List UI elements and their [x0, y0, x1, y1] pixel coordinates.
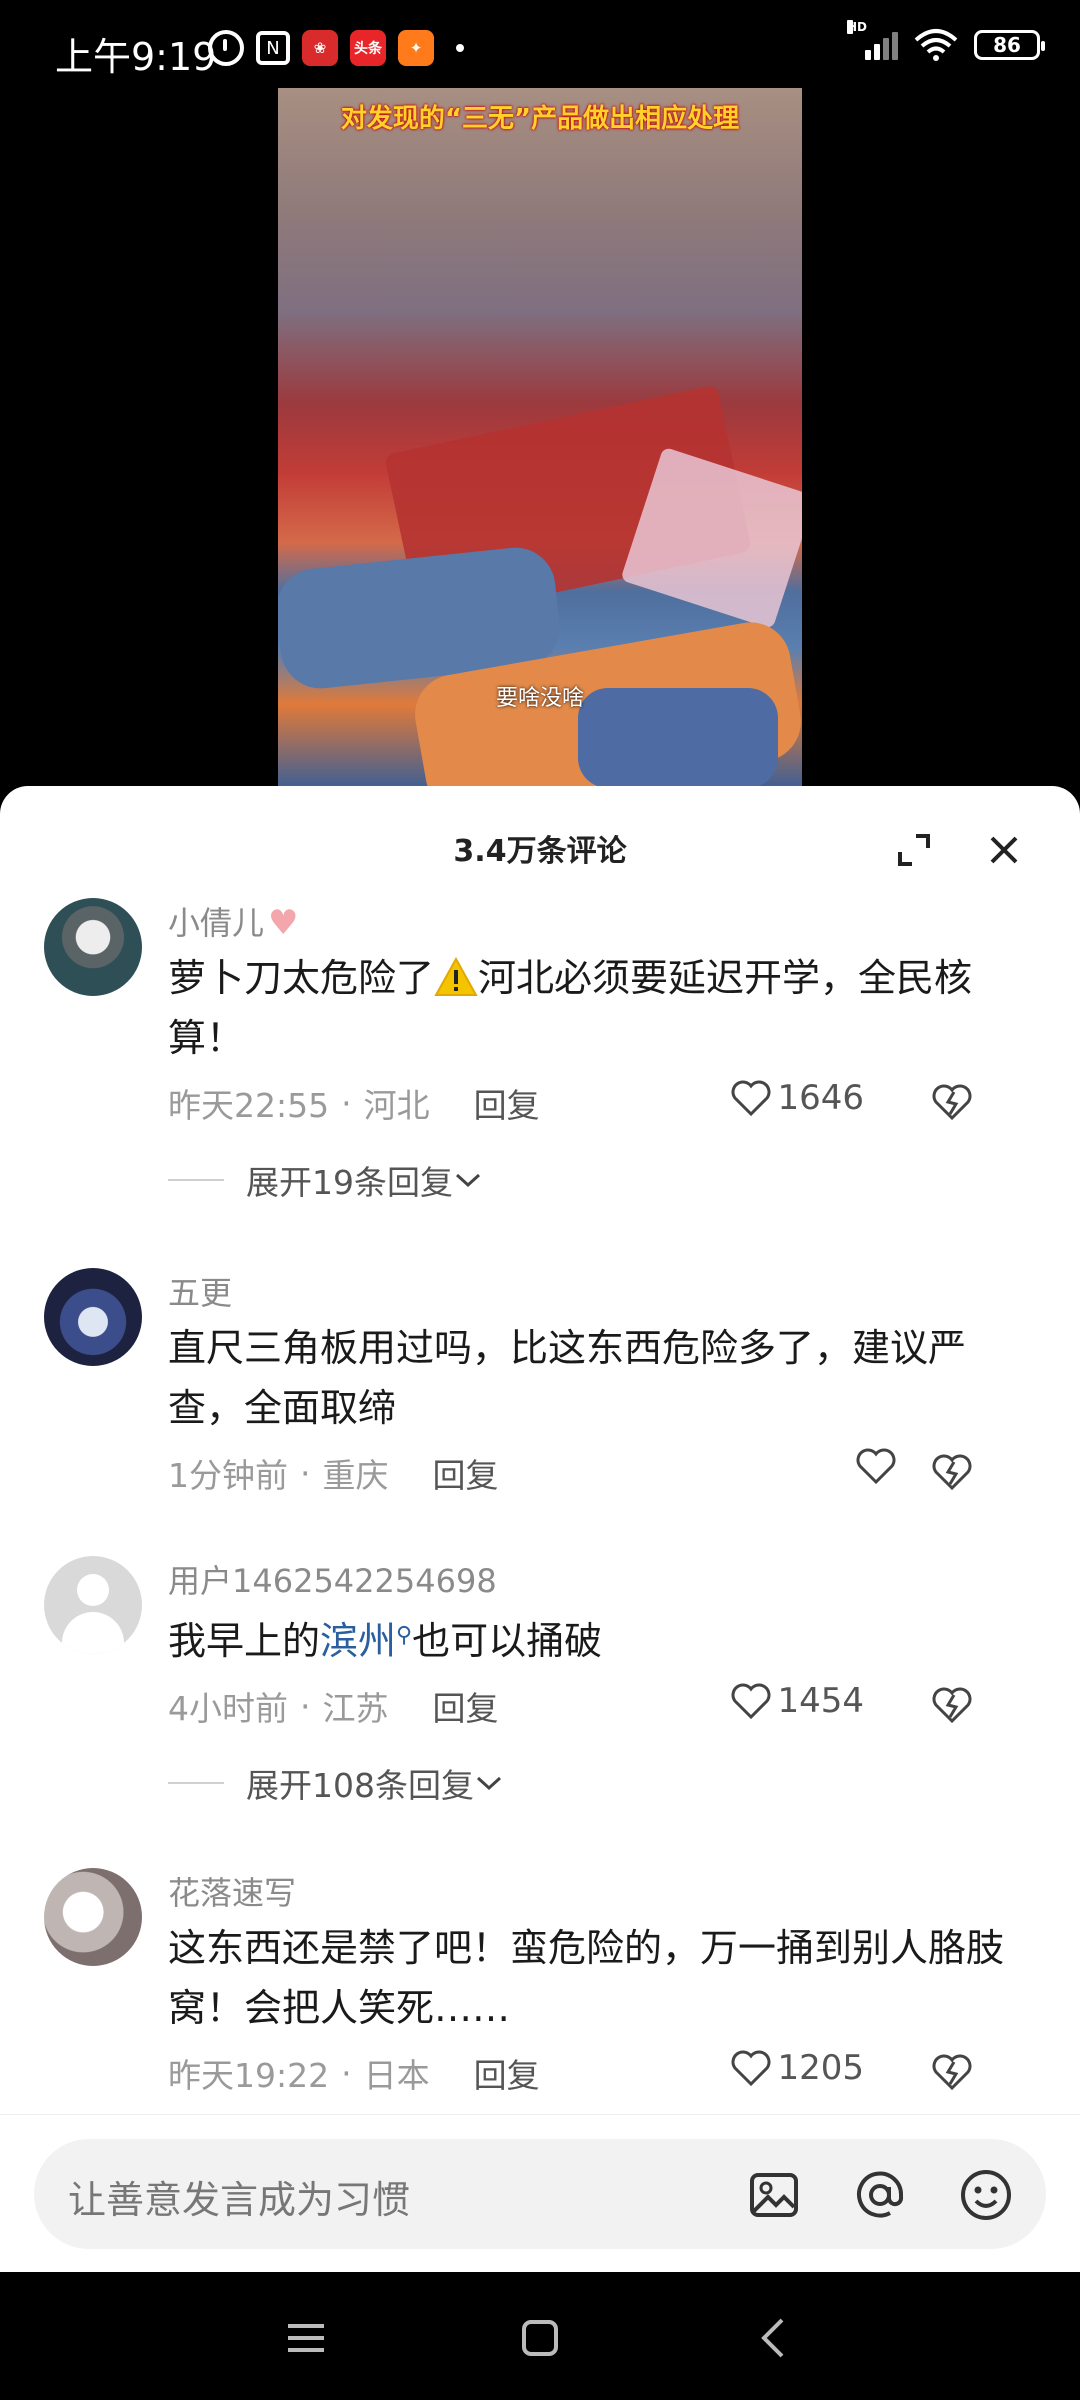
comment-location: 重庆 — [322, 1456, 389, 1495]
emoji-icon[interactable] — [958, 2167, 1014, 2223]
toutiao-icon: 头条 — [350, 30, 386, 66]
video-subtitle: 要啥没啥 — [495, 686, 584, 711]
avatar[interactable] — [44, 898, 142, 996]
reply-button[interactable]: 回复 — [474, 2049, 540, 2097]
mention-icon[interactable] — [852, 2167, 908, 2223]
comment-time: 4小时前 — [168, 1689, 288, 1728]
close-icon[interactable] — [986, 832, 1022, 868]
dislike-icon[interactable] — [932, 2052, 972, 2092]
comment-sheet: 3.4万条评论 小倩儿 ♥ 萝卜刀太危险了 河北必须要延迟开学，全民核算！ 昨天2… — [0, 786, 1080, 2272]
avatar[interactable] — [44, 1268, 142, 1366]
status-time: 上午9:19 — [55, 35, 217, 79]
like-button[interactable]: 1646 — [731, 1078, 864, 1118]
reply-button[interactable]: 回复 — [433, 1682, 499, 1730]
avatar[interactable] — [44, 1556, 142, 1654]
comment-time: 昨天22:55 — [168, 1086, 330, 1125]
comment-input[interactable]: 让善意发言成为习惯 — [34, 2139, 1046, 2249]
search-link[interactable]: 滨州⚲ — [320, 1619, 412, 1663]
app-icon-orange: ✦ — [398, 30, 434, 66]
like-count: 1646 — [777, 1078, 864, 1118]
comment-location: 河北 — [363, 1086, 430, 1125]
comment-meta: 昨天19:22 · 日本 回复 1205 — [168, 2038, 1024, 2108]
image-icon[interactable] — [746, 2167, 802, 2223]
system-navigation-bar — [0, 2272, 1080, 2400]
comment-list: 小倩儿 ♥ 萝卜刀太危险了 河北必须要延迟开学，全民核算！ 昨天22:55 · 河… — [0, 898, 1080, 2128]
wifi-icon — [914, 29, 958, 61]
like-button[interactable]: 1205 — [731, 2048, 864, 2088]
chevron-down-icon — [476, 1776, 502, 1791]
comment-time: 1分钟前 — [168, 1456, 288, 1495]
dislike-icon[interactable] — [932, 1685, 972, 1725]
expand-replies-button[interactable]: 展开19条回复 — [168, 1138, 1024, 1222]
comment-location: 江苏 — [322, 1689, 389, 1728]
comment-time: 昨天19:22 — [168, 2056, 330, 2095]
comment-input-bar: 让善意发言成为习惯 — [0, 2114, 1080, 2272]
dislike-icon[interactable] — [932, 1452, 972, 1492]
comment-item: 花落速写 这东西还是禁了吧！蛮危险的，万一捅到别人胳肢窝！会把人笑死…… 昨天1… — [0, 1868, 1080, 2128]
video-player[interactable]: 对发现的“三无”产品做出相应处理 要啥没啥 — [0, 88, 1080, 788]
back-icon[interactable] — [750, 2314, 798, 2362]
comment-item: 用户1462542254698 我早上的滨州⚲也可以捅破 4小时前 · 江苏 回… — [0, 1556, 1080, 1868]
comment-username[interactable]: 小倩儿 ♥ — [168, 898, 1024, 948]
comment-content: 这东西还是禁了吧！蛮危险的，万一捅到别人胳肢窝！会把人笑死…… — [168, 1926, 1005, 2030]
comment-content: 萝卜刀太危险了 河北必须要延迟开学，全民核算！ — [168, 956, 973, 1060]
dislike-icon[interactable] — [932, 1082, 972, 1122]
like-button[interactable]: 1454 — [731, 1681, 864, 1721]
comment-item: 小倩儿 ♥ 萝卜刀太危险了 河北必须要延迟开学，全民核算！ 昨天22:55 · 河… — [0, 898, 1080, 1268]
warning-emoji-icon — [434, 957, 478, 996]
like-count: 1454 — [777, 1681, 864, 1721]
heart-outline-icon — [732, 2050, 771, 2086]
heart-outline-icon — [732, 1080, 771, 1116]
alarm-icon — [208, 30, 244, 66]
expand-replies-button[interactable]: 展开108条回复 — [168, 1741, 1024, 1825]
heart-outline-icon — [732, 1683, 771, 1719]
comment-username[interactable]: 花落速写 — [168, 1868, 1024, 1918]
reply-button[interactable]: 回复 — [474, 1079, 540, 1127]
comment-content: 直尺三角板用过吗，比这东西危险多了，建议严查，全面取缔 — [168, 1326, 967, 1430]
status-bar: 上午9:19 N ❀ 头条 ✦ HD 86 — [0, 0, 1080, 88]
comment-username[interactable]: 用户1462542254698 — [168, 1556, 1024, 1606]
video-frame[interactable]: 对发现的“三无”产品做出相应处理 要啥没啥 — [278, 88, 802, 788]
comment-location: 日本 — [363, 2056, 430, 2095]
notification-icons: N ❀ 头条 ✦ — [208, 30, 464, 66]
chevron-down-icon — [455, 1173, 481, 1188]
heart-emoji-icon: ♥ — [268, 903, 299, 943]
video-title-overlay: 对发现的“三无”产品做出相应处理 — [340, 104, 740, 134]
comment-meta: 4小时前 · 江苏 回复 1454 — [168, 1671, 1024, 1741]
cell-signal-icon: HD — [847, 20, 898, 60]
like-button[interactable] — [856, 1448, 902, 1484]
app-icon-red: ❀ — [302, 30, 338, 66]
comment-meta: 1分钟前 · 重庆 回复 — [168, 1438, 1024, 1508]
comment-input-placeholder: 让善意发言成为习惯 — [68, 2178, 411, 2222]
reply-button[interactable]: 回复 — [433, 1449, 499, 1497]
avatar[interactable] — [44, 1868, 142, 1966]
comment-username[interactable]: 五更 — [168, 1268, 1024, 1318]
nfc-icon: N — [256, 31, 290, 65]
heart-outline-icon — [856, 1448, 896, 1484]
like-count: 1205 — [777, 2048, 864, 2088]
comment-sheet-header: 3.4万条评论 — [0, 786, 1080, 896]
comment-content: 我早上的滨州⚲也可以捅破 — [168, 1619, 603, 1663]
home-icon[interactable] — [516, 2314, 564, 2362]
search-icon: ⚲ — [396, 1623, 413, 1648]
menu-icon[interactable] — [282, 2314, 330, 2362]
comment-meta: 昨天22:55 · 河北 回复 1646 — [168, 1068, 1024, 1138]
battery-icon: 86 — [974, 30, 1045, 60]
more-notifications-dot — [456, 44, 464, 52]
comment-item: 五更 直尺三角板用过吗，比这东西危险多了，建议严查，全面取缔 1分钟前 · 重庆… — [0, 1268, 1080, 1556]
expand-icon[interactable] — [896, 832, 932, 868]
